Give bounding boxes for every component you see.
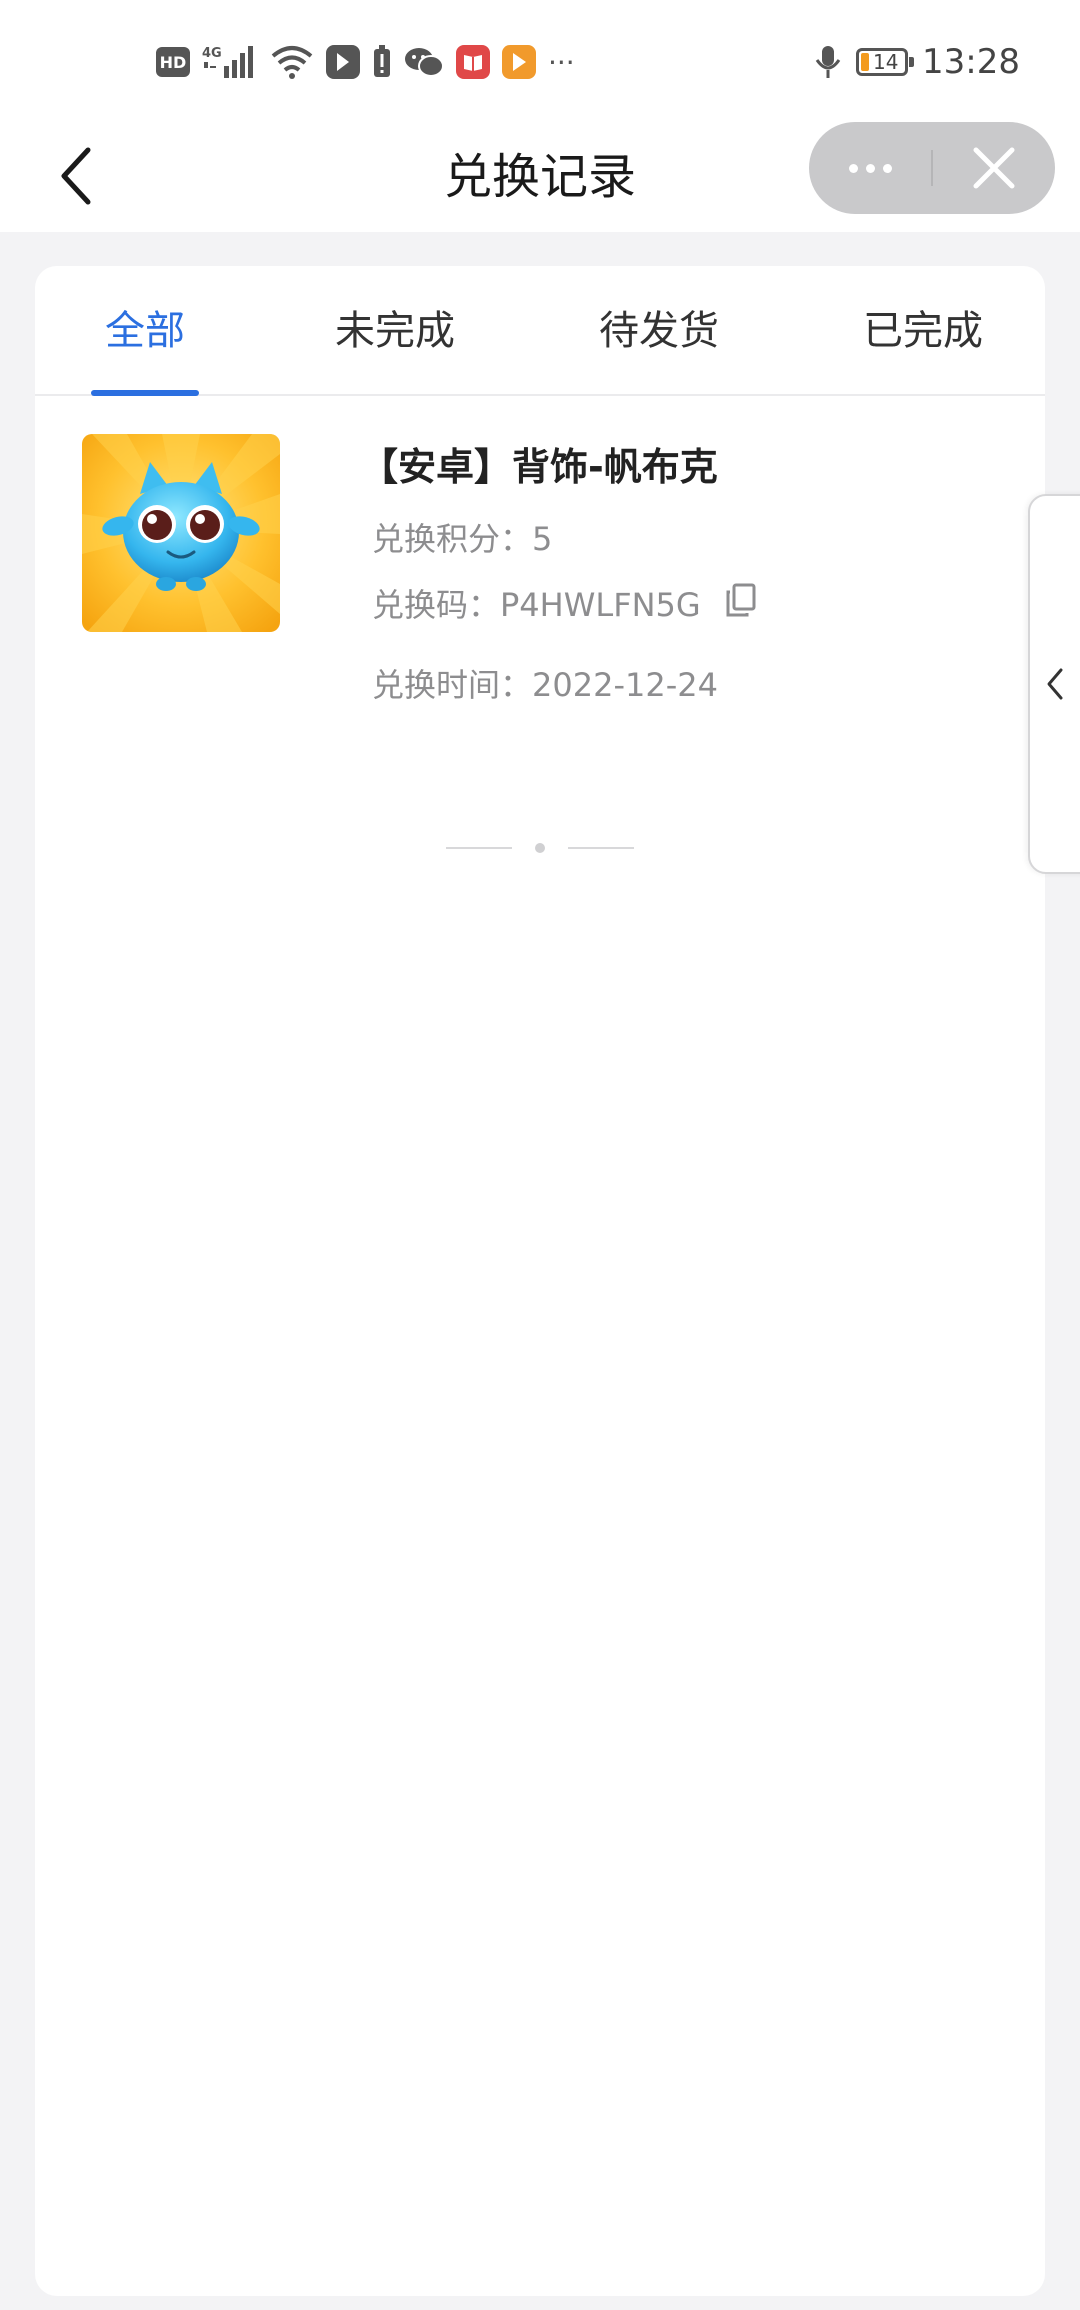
- mic-icon: [814, 44, 842, 80]
- battery-level-fill: [861, 53, 870, 71]
- item-points: 兑换积分：5: [372, 520, 553, 558]
- more-notifications-icon: ···: [548, 45, 575, 79]
- nav-bar: 兑换记录: [0, 122, 1080, 232]
- wechat-icon: [404, 44, 444, 80]
- status-bar: HD 4G ··· 14 13:28: [0, 0, 1080, 122]
- network-type-label: 4G: [202, 46, 222, 61]
- battery-icon: 14: [856, 48, 915, 76]
- wifi-icon: [270, 44, 314, 80]
- mini-program-capsule: [809, 122, 1055, 214]
- item-title: 【安卓】背饰-帆布克: [360, 445, 718, 489]
- status-icons-left: HD 4G ···: [156, 40, 575, 84]
- item-code: 兑换码：P4HWLFN5G: [372, 586, 701, 624]
- status-icons-right: 14 13:28: [814, 36, 1020, 88]
- list-item[interactable]: 【安卓】背饰-帆布克 兑换积分：5 兑换码：P4HWLFN5G 兑换时间：202…: [82, 434, 1002, 734]
- chevron-left-icon: [1047, 668, 1063, 700]
- book-icon: [456, 45, 490, 79]
- active-tab-indicator: [91, 390, 199, 396]
- divider-line: [446, 847, 512, 849]
- divider-line: [568, 847, 634, 849]
- list-end-divider: [446, 842, 634, 854]
- more-dot-icon: [848, 163, 858, 173]
- battery-level: 14: [873, 50, 899, 74]
- tab-pending-shipment[interactable]: 待发货: [579, 266, 739, 394]
- signal-icon: 4G: [202, 44, 258, 80]
- copy-icon[interactable]: [725, 583, 757, 625]
- item-code-row: 兑换码：P4HWLFN5G: [372, 580, 757, 626]
- item-time: 兑换时间：2022-12-24: [372, 666, 718, 704]
- app-icon: [326, 45, 360, 79]
- side-drawer-handle[interactable]: [1028, 494, 1080, 874]
- records-card: 全部 未完成 待发货 已完成 【安卓】背饰-帆布克 兑换积分：5 兑换码：P4H…: [35, 266, 1045, 2296]
- video-icon: [502, 45, 536, 79]
- more-dot-icon: [865, 163, 875, 173]
- divider-dot: [535, 843, 545, 853]
- filter-tabs: 全部 未完成 待发货 已完成: [35, 266, 1045, 396]
- tab-all[interactable]: 全部: [91, 266, 199, 394]
- alert-icon: [372, 44, 392, 80]
- hd-icon: HD: [156, 47, 190, 77]
- status-time: 13:28: [922, 42, 1020, 82]
- tab-completed[interactable]: 已完成: [843, 266, 1003, 394]
- close-icon: [973, 147, 1015, 189]
- more-dot-icon: [882, 163, 892, 173]
- tab-incomplete[interactable]: 未完成: [315, 266, 475, 394]
- close-button[interactable]: [933, 122, 1055, 214]
- item-thumbnail: [82, 434, 280, 632]
- more-button[interactable]: [809, 122, 931, 214]
